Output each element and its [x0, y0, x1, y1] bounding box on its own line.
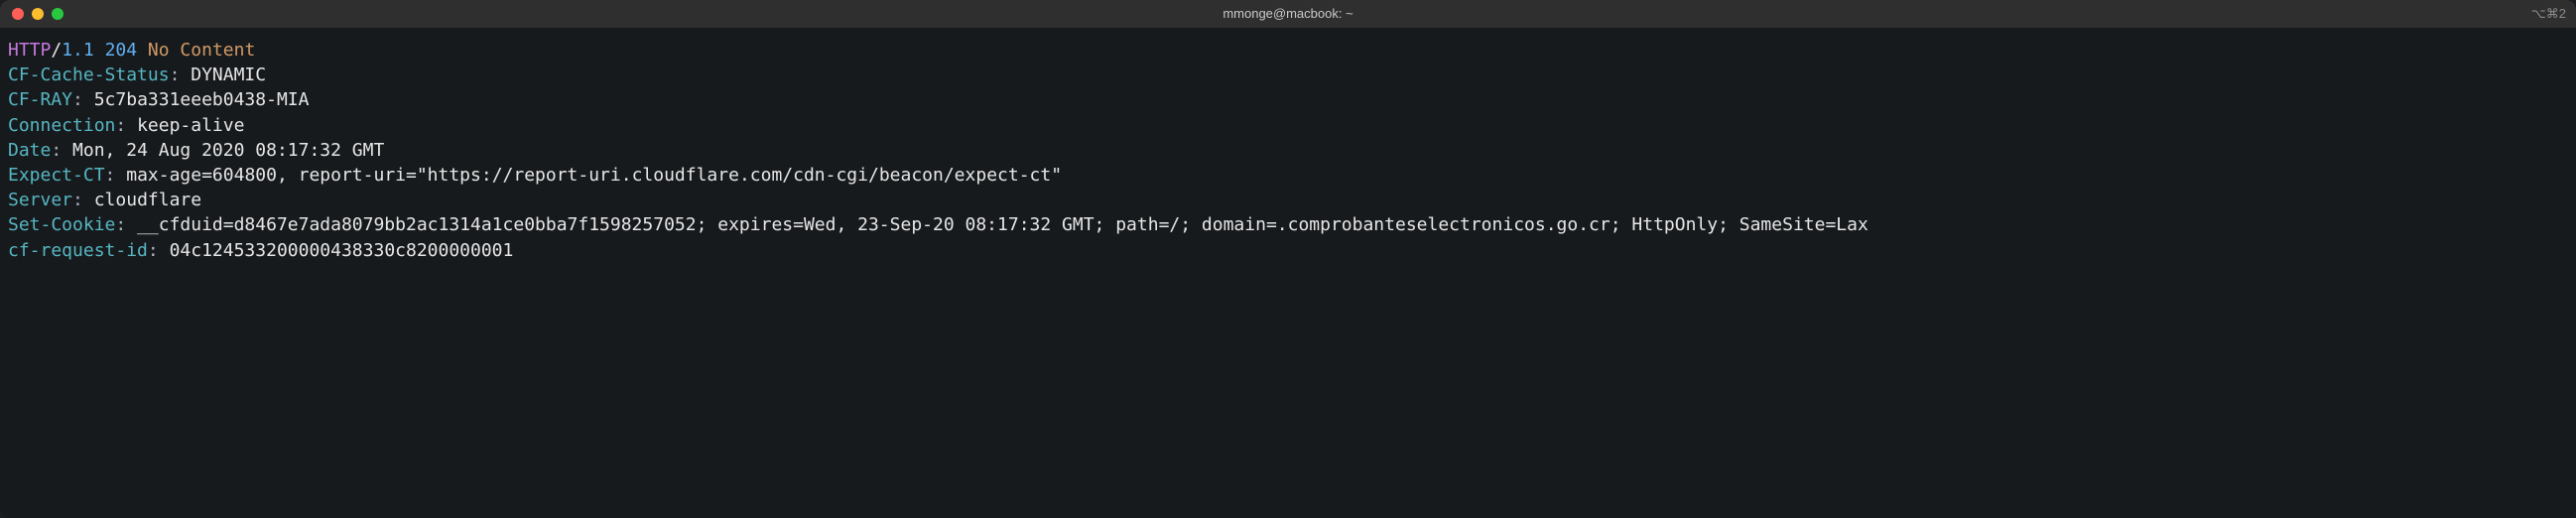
http-header-name: Server [8, 190, 72, 210]
http-header-line: Set-Cookie: __cfduid=d8467e7ada8079bb2ac… [8, 212, 2568, 237]
http-header-name: cf-request-id [8, 240, 148, 261]
http-header-line: Server: cloudflare [8, 188, 2568, 212]
http-header-name: Expect-CT [8, 165, 105, 186]
colon: : [148, 240, 170, 261]
http-header-line: CF-Cache-Status: DYNAMIC [8, 63, 2568, 87]
colon: : [72, 190, 94, 210]
http-header-line: cf-request-id: 04c124533200000438330c820… [8, 238, 2568, 263]
window-titlebar[interactable]: mmonge@macbook: ~ ⌥⌘2 [0, 0, 2576, 28]
minimize-icon[interactable] [32, 8, 44, 20]
colon: : [115, 115, 137, 136]
http-header-value: cloudflare [94, 190, 201, 210]
terminal-output[interactable]: HTTP/1.1 204 No ContentCF-Cache-Status: … [0, 28, 2576, 518]
http-header-value: DYNAMIC [191, 65, 266, 85]
http-header-value: __cfduid=d8467e7ada8079bb2ac1314a1ce0bba… [137, 214, 1868, 235]
http-header-value: keep-alive [137, 115, 244, 136]
http-status-reason: No Content [148, 40, 255, 61]
colon: : [51, 140, 72, 161]
window-title: mmonge@macbook: ~ [0, 5, 2576, 23]
slash: / [51, 40, 62, 61]
http-header-line: Connection: keep-alive [8, 113, 2568, 138]
session-indicator: ⌥⌘2 [2531, 5, 2566, 23]
http-header-name: CF-Cache-Status [8, 65, 170, 85]
zoom-icon[interactable] [52, 8, 64, 20]
http-status-code: 204 [105, 40, 138, 61]
http-header-value: max-age=604800, report-uri="https://repo… [126, 165, 1062, 186]
http-header-name: Set-Cookie [8, 214, 115, 235]
http-header-line: Date: Mon, 24 Aug 2020 08:17:32 GMT [8, 138, 2568, 163]
http-version: 1.1 [62, 40, 94, 61]
close-icon[interactable] [12, 8, 24, 20]
http-header-value: 04c124533200000438330c8200000001 [170, 240, 514, 261]
http-header-name: Connection [8, 115, 115, 136]
colon: : [72, 89, 94, 110]
colon: : [170, 65, 192, 85]
colon: : [105, 165, 127, 186]
http-protocol: HTTP [8, 40, 51, 61]
http-header-line: Expect-CT: max-age=604800, report-uri="h… [8, 163, 2568, 188]
http-status-line: HTTP/1.1 204 No Content [8, 38, 2568, 63]
http-header-name: Date [8, 140, 51, 161]
colon: : [115, 214, 137, 235]
http-header-value: Mon, 24 Aug 2020 08:17:32 GMT [72, 140, 384, 161]
http-header-value: 5c7ba331eeeb0438-MIA [94, 89, 310, 110]
terminal-window: mmonge@macbook: ~ ⌥⌘2 HTTP/1.1 204 No Co… [0, 0, 2576, 518]
http-header-line: CF-RAY: 5c7ba331eeeb0438-MIA [8, 87, 2568, 112]
traffic-lights [0, 8, 64, 20]
http-header-name: CF-RAY [8, 89, 72, 110]
